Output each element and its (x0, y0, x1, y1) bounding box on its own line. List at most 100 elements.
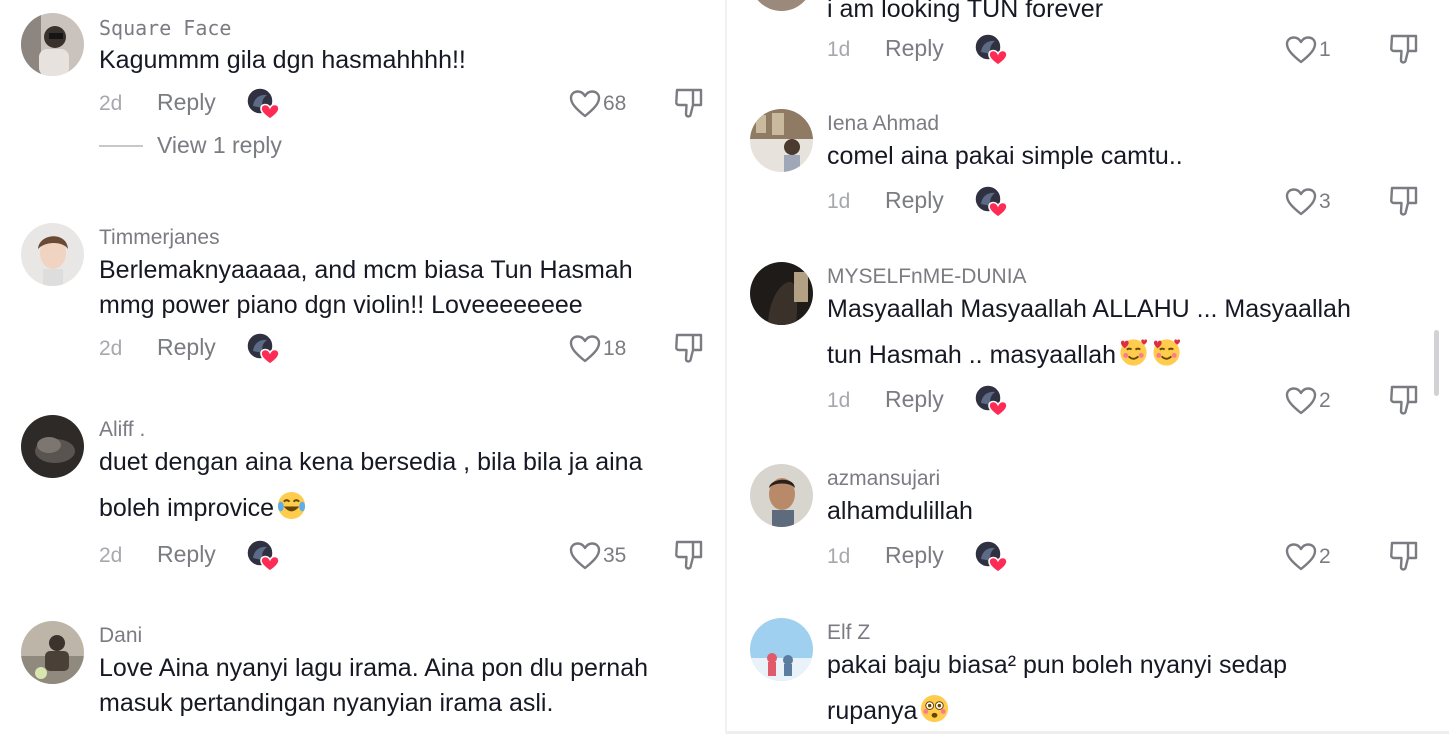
comment-text: boleh improvice (99, 494, 275, 522)
comment-time: 1d (827, 545, 851, 568)
like-count: 18 (603, 337, 627, 360)
like-count: 1 (1319, 38, 1331, 61)
comment-time: 2d (99, 337, 123, 360)
comment-text: Berlemaknyaaaaa, and mcm biasa Tun Hasma… (99, 256, 633, 284)
avatar[interactable] (750, 618, 813, 681)
thumb-down-icon[interactable] (1388, 383, 1420, 417)
comment-time: 1d (827, 38, 851, 61)
comment-actions: 1d Reply 2 (827, 385, 1429, 419)
creator-liked-badge-icon (245, 86, 281, 122)
like-button[interactable]: 3 (1285, 186, 1331, 218)
heart-outline-icon (1285, 187, 1317, 217)
avatar[interactable] (750, 109, 813, 172)
comment-text-line: rupanya (827, 693, 1429, 729)
view-replies-label: View 1 reply (157, 132, 282, 158)
scrollbar[interactable] (1434, 330, 1439, 396)
comment-username[interactable]: azmansujari (827, 464, 1429, 494)
avatar[interactable] (750, 262, 813, 325)
creator-liked-badge-icon (245, 538, 281, 574)
thumb-down-icon[interactable] (1388, 184, 1420, 218)
creator-liked-badge-icon (973, 184, 1009, 220)
smiling-face-with-hearts-emoji (1151, 337, 1182, 368)
comment-actions: 2d Reply 35 (99, 540, 705, 574)
like-count: 3 (1319, 190, 1331, 213)
like-button[interactable]: 68 (569, 88, 626, 120)
smiling-face-with-hearts-emoji (1118, 337, 1149, 368)
comment-time: 1d (827, 190, 851, 213)
like-button[interactable]: 1 (1285, 34, 1331, 66)
reply-button[interactable]: Reply (885, 35, 944, 62)
comment-actions: 2d Reply 68 (99, 88, 705, 122)
comment-text: Masyaallah Masyaallah ALLAHU ... Masyaal… (827, 295, 1351, 323)
avatar[interactable] (21, 415, 84, 478)
comment-username[interactable]: Dani (99, 621, 705, 651)
heart-outline-icon (569, 89, 601, 119)
avatar[interactable] (750, 464, 813, 527)
heart-outline-icon (569, 541, 601, 571)
comment-text-line: tun Hasmah .. masyaallah (827, 337, 1429, 373)
reply-button[interactable]: Reply (885, 542, 944, 569)
reply-button[interactable]: Reply (157, 541, 216, 568)
comment-username[interactable]: Elf Z (827, 618, 1429, 648)
comment-text: mmg power piano dgn violin!! Loveeeeeeee (99, 291, 583, 319)
comment-actions: 1d Reply 2 (827, 541, 1429, 575)
heart-outline-icon (569, 334, 601, 364)
comment-text: alhamdulillah (827, 497, 973, 525)
comment-text: i am looking TUN forever (827, 0, 1104, 23)
comment-text: tun Hasmah .. masyaallah (827, 341, 1117, 369)
view-replies-line (99, 144, 143, 147)
creator-liked-badge-icon (973, 539, 1009, 575)
heart-outline-icon (1285, 386, 1317, 416)
heart-outline-icon (1285, 35, 1317, 65)
reply-button[interactable]: Reply (885, 386, 944, 413)
comment-text: rupanya (827, 697, 918, 725)
like-count: 2 (1319, 389, 1331, 412)
comment-actions: 1d Reply 3 (827, 186, 1429, 220)
thumb-down-icon[interactable] (1388, 32, 1420, 66)
thumb-down-icon[interactable] (673, 538, 705, 572)
comment-username[interactable]: Iena Ahmad (827, 109, 1429, 139)
like-count: 68 (603, 92, 627, 115)
comment-username[interactable]: Aliff . (99, 415, 705, 445)
comment-username[interactable]: Timmerjanes (99, 223, 705, 253)
reply-button[interactable]: Reply (157, 334, 216, 361)
like-button[interactable]: 2 (1285, 385, 1331, 417)
reply-button[interactable]: Reply (157, 89, 216, 116)
like-button[interactable]: 2 (1285, 541, 1331, 573)
comment-time: 1d (827, 389, 851, 412)
comment-text: Love Aina nyanyi lagu irama. Aina pon dl… (99, 654, 648, 682)
reply-button[interactable]: Reply (885, 187, 944, 214)
creator-liked-badge-icon (973, 32, 1009, 68)
heart-outline-icon (1285, 542, 1317, 572)
comment-text: Kagummm gila dgn hasmahhhh!! (99, 46, 466, 74)
comment-actions: 2d Reply 18 (99, 333, 705, 367)
comment-text: comel aina pakai simple camtu.. (827, 142, 1183, 170)
comment-time: 2d (99, 544, 123, 567)
avatar[interactable] (21, 13, 84, 76)
comments-column-left: Square Face Kagummm gila dgn hasmahhhh!!… (0, 0, 725, 734)
like-button[interactable]: 18 (569, 333, 626, 365)
comment-text: masuk pertandingan nyanyian irama asli. (99, 689, 554, 717)
view-replies-button[interactable]: View 1 reply (99, 132, 282, 159)
like-count: 35 (603, 544, 627, 567)
avatar[interactable] (21, 223, 84, 286)
comment-text: pakai baju biasa² pun boleh nyanyi sedap (827, 651, 1288, 679)
comments-column-right: i am looking TUN forever 1d Reply 1 Iena… (727, 0, 1449, 734)
face-with-tears-of-joy-emoji (276, 490, 307, 521)
thumb-down-icon[interactable] (673, 86, 705, 120)
creator-liked-badge-icon (245, 331, 281, 367)
comment-text: duet dengan aina kena bersedia , bila bi… (99, 448, 643, 476)
comment-username[interactable]: MYSELFnME-DUNIA (827, 262, 1429, 292)
like-button[interactable]: 35 (569, 540, 626, 572)
comment-username[interactable]: Square Face (99, 13, 705, 43)
creator-liked-badge-icon (973, 383, 1009, 419)
like-count: 2 (1319, 545, 1331, 568)
comment-time: 2d (99, 92, 123, 115)
avatar[interactable] (750, 0, 813, 11)
thumb-down-icon[interactable] (673, 331, 705, 365)
comment-actions: 1d Reply 1 (827, 34, 1429, 68)
avatar[interactable] (21, 621, 84, 684)
comment-text-line: boleh improvice (99, 490, 705, 526)
thumb-down-icon[interactable] (1388, 539, 1420, 573)
flushed-face-emoji (919, 693, 950, 724)
